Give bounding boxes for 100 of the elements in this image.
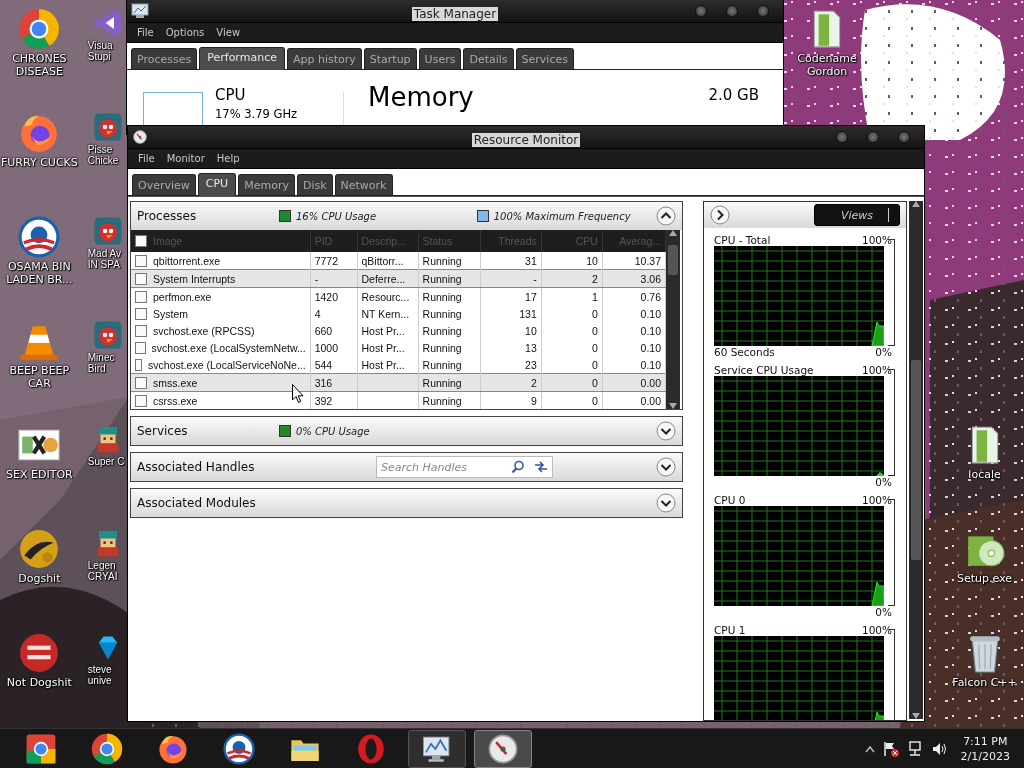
search-field[interactable]: Search Handles — [376, 456, 553, 478]
tab[interactable]: Details — [463, 48, 514, 69]
scroll-up-icon[interactable] — [912, 201, 920, 207]
process-name[interactable]: csrss.exe — [153, 394, 198, 407]
desktop-icon-label[interactable]: Gordon — [806, 65, 848, 78]
process-name[interactable]: smss.exe — [153, 376, 198, 389]
desktop-icon-label[interactable]: Stupi — [87, 51, 111, 62]
menu-item[interactable]: Options — [159, 27, 211, 38]
section-header[interactable]: Processes 16% CPU Usage 100% Maximum Frequency — [131, 202, 682, 230]
desktop-icon-label[interactable]: Chicke — [87, 155, 119, 166]
views-button[interactable]: Views — [814, 204, 900, 226]
desktop-icon-label[interactable]: locale — [968, 468, 1001, 481]
checkbox[interactable] — [135, 341, 146, 354]
desktop-icon-label[interactable]: CHRONES — [12, 52, 67, 65]
taskbar-button[interactable] — [408, 729, 466, 768]
taskbar-button[interactable] — [474, 729, 532, 768]
table-row[interactable]: System Interrupts - Deferre... Running - 2 3.06 — [131, 269, 666, 288]
desktop-icon-label[interactable]: Dogshit — [18, 572, 61, 585]
checkbox[interactable] — [135, 358, 143, 371]
desktop-icon-label[interactable]: FURRY CUCKS — [1, 156, 78, 169]
desktop-icon-label[interactable]: Visua — [87, 40, 113, 51]
tab[interactable]: Overview — [132, 174, 196, 195]
window-control-button[interactable] — [757, 5, 769, 17]
desktop-icon-label[interactable]: OSAMA BIN — [7, 260, 71, 273]
desktop-icon-label[interactable]: Legen — [87, 560, 116, 571]
tab[interactable]: Users — [418, 48, 462, 69]
desktop-icon-label[interactable]: Setup.exe — [957, 572, 1013, 585]
tab[interactable]: Memory — [238, 174, 295, 195]
tab[interactable]: Disk — [296, 174, 333, 195]
desktop-icon-label[interactable]: steve — [87, 664, 112, 675]
tab[interactable]: Services — [515, 48, 574, 69]
window-control-button[interactable] — [867, 131, 879, 143]
section-header[interactable]: Associated Handles Search Handles — [131, 453, 682, 481]
process-name[interactable]: qbittorrent.exe — [153, 254, 221, 267]
menu-item[interactable]: File — [132, 153, 161, 164]
section-header[interactable]: Services 0% CPU Usage — [131, 417, 682, 445]
desktop-icon-label[interactable]: Pisse — [87, 144, 113, 155]
scrollbar[interactable] — [666, 230, 680, 409]
desktop-icon-label[interactable]: BEEP BEEP — [9, 364, 70, 377]
menu-item[interactable]: Monitor — [160, 153, 211, 164]
expand-button[interactable] — [656, 421, 676, 441]
process-name[interactable]: svchost.exe (RPCSS) — [153, 324, 255, 337]
checkbox[interactable] — [135, 272, 147, 285]
forward-button[interactable] — [710, 205, 730, 225]
desktop-icon-label[interactable]: LADEN BR... — [6, 273, 73, 286]
desktop-icon-label[interactable]: Not Dogshit — [6, 676, 72, 689]
table-row[interactable]: smss.exe 316 Running 2 0 0.00 — [131, 373, 666, 392]
scroll-thumb[interactable] — [911, 360, 921, 560]
window-control-button[interactable] — [695, 5, 707, 17]
scroll-thumb[interactable] — [668, 244, 678, 275]
table-row[interactable]: svchost.exe (RPCSS) 660 Host Pr... Running 10 0 0.10 — [131, 322, 666, 339]
expand-button[interactable] — [656, 457, 676, 477]
section-header[interactable]: Associated Modules — [131, 489, 682, 517]
scrollbar[interactable] — [909, 201, 923, 719]
process-name[interactable]: svchost.exe (LocalServiceNoNe... — [148, 358, 306, 371]
desktop-icon-label[interactable]: Super C — [87, 456, 125, 467]
tab[interactable]: Network — [334, 174, 393, 195]
desktop-icon-label[interactable]: DISEASE — [15, 65, 63, 78]
collapse-button[interactable] — [656, 206, 676, 226]
menu-item[interactable]: View — [210, 27, 247, 38]
menu-item[interactable]: Help — [210, 153, 246, 164]
caret-icon[interactable] — [864, 744, 875, 753]
tab[interactable]: Performance — [199, 47, 285, 70]
desktop-icon-label[interactable]: CRYAI — [87, 571, 118, 582]
table-row[interactable]: perfmon.exe 1420 Resourc... Running 17 1 0.76 — [131, 287, 666, 305]
clock[interactable]: 7:11 PM 2/1/2023 — [960, 733, 1010, 764]
desktop-icon-label[interactable]: Falcon C++ — [952, 676, 1017, 689]
select-all-checkbox[interactable] — [135, 235, 147, 247]
checkbox[interactable] — [135, 394, 147, 407]
scroll-down-icon[interactable] — [912, 713, 920, 719]
search-icon[interactable] — [511, 460, 525, 474]
table-row[interactable]: System 4 NT Kern... Running 131 0 0.10 — [131, 305, 666, 322]
window-control-button[interactable] — [898, 131, 910, 143]
tab[interactable]: Startup — [363, 48, 417, 69]
process-name[interactable]: svchost.exe (LocalSystemNetw... — [151, 341, 306, 354]
window-control-button[interactable] — [836, 131, 848, 143]
scroll-down-icon[interactable] — [669, 403, 677, 409]
desktop-icon-label[interactable]: Bird — [87, 363, 106, 374]
network-icon[interactable] — [906, 740, 923, 757]
table-row[interactable]: svchost.exe (LocalSystemNetw... 1000 Host Pr... Running 13 0 0.10 — [131, 339, 666, 356]
tab[interactable]: App history — [286, 48, 362, 69]
refresh-icon[interactable] — [533, 460, 549, 474]
desktop-icon-label[interactable]: IN SPA — [87, 259, 120, 270]
tab[interactable]: Processes — [131, 48, 198, 69]
checkbox[interactable] — [135, 307, 147, 320]
checkbox[interactable] — [135, 324, 147, 337]
desktop-icon-label[interactable]: Minec — [87, 352, 115, 363]
menu-item[interactable]: File — [131, 27, 160, 38]
flag-icon[interactable] — [882, 740, 899, 757]
checkbox[interactable] — [135, 376, 147, 389]
tab[interactable]: CPU — [197, 173, 237, 196]
desktop-icon-label[interactable]: Codename — [797, 52, 857, 65]
desktop-icon-label[interactable]: unive — [87, 675, 112, 686]
desktop-icon-label[interactable]: SEX EDITOR — [6, 468, 73, 481]
desktop-icon-label[interactable]: CAR — [27, 377, 51, 390]
desktop-icon-label[interactable]: Mad Av — [87, 248, 121, 259]
checkbox[interactable] — [135, 254, 147, 267]
window-control-button[interactable] — [726, 5, 738, 17]
process-name[interactable]: perfmon.exe — [153, 290, 212, 303]
expand-button[interactable] — [656, 493, 676, 513]
